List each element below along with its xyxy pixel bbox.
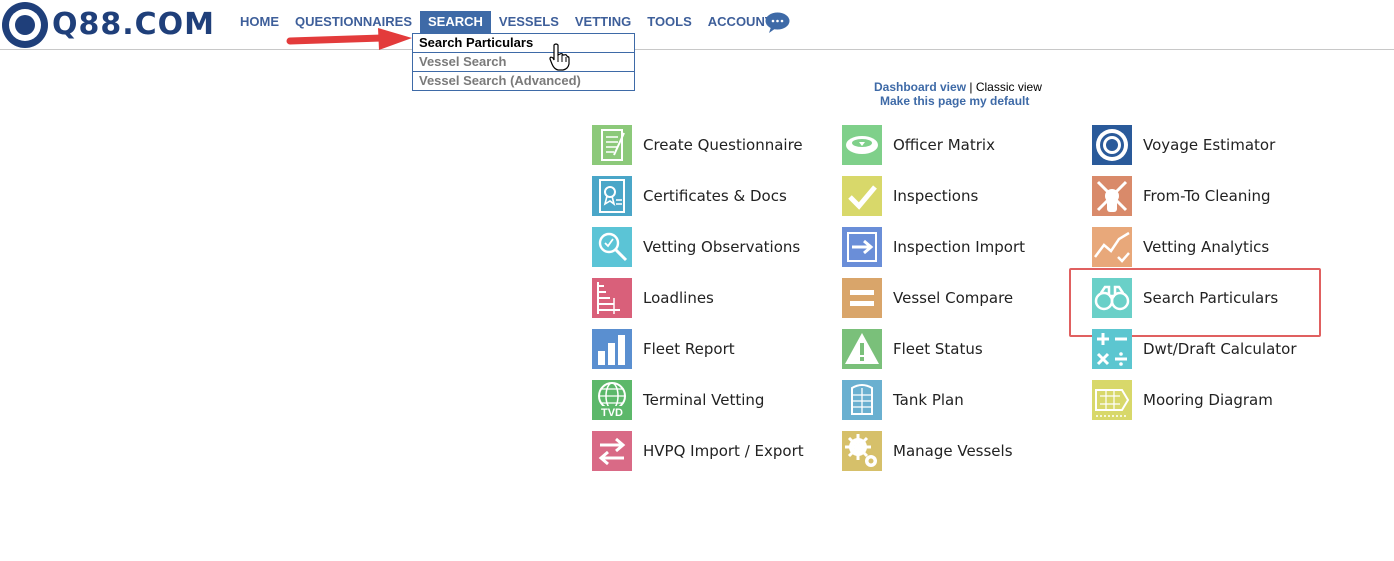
tile-label: Mooring Diagram bbox=[1143, 391, 1273, 409]
tile-label: Fleet Report bbox=[643, 340, 735, 358]
tile-hvpq-import-export[interactable]: HVPQ Import / Export bbox=[592, 431, 804, 471]
gears-icon bbox=[842, 431, 882, 471]
tile-inspections[interactable]: Inspections bbox=[842, 176, 978, 216]
questionnaire-icon bbox=[592, 125, 632, 165]
tile-fleet-report[interactable]: Fleet Report bbox=[592, 329, 735, 369]
officer-cap-icon bbox=[842, 125, 882, 165]
view-separator: | bbox=[969, 80, 973, 94]
nav-vetting[interactable]: VETTING bbox=[567, 11, 639, 33]
logo-text: Q88.COM bbox=[52, 7, 216, 42]
tile-vetting-observations[interactable]: Vetting Observations bbox=[592, 227, 800, 267]
tile-vessel-compare[interactable]: Vessel Compare bbox=[842, 278, 1013, 318]
certificate-icon bbox=[592, 176, 632, 216]
tile-label: Manage Vessels bbox=[893, 442, 1013, 460]
tile-label: Inspections bbox=[893, 187, 979, 205]
target-icon bbox=[1092, 125, 1132, 165]
calculator-icon bbox=[1092, 329, 1132, 369]
swap-arrows-icon bbox=[592, 431, 632, 471]
bar-chart-icon bbox=[592, 329, 632, 369]
svg-text:TVD: TVD bbox=[601, 407, 623, 419]
tile-search-particulars[interactable]: Search Particulars bbox=[1092, 278, 1278, 318]
tile-label: From-To Cleaning bbox=[1143, 187, 1271, 205]
equals-icon bbox=[842, 278, 882, 318]
tile-fleet-status[interactable]: Fleet Status bbox=[842, 329, 983, 369]
loadline-icon bbox=[592, 278, 632, 318]
tile-label: Fleet Status bbox=[893, 340, 983, 358]
tile-label: Tank Plan bbox=[893, 391, 964, 409]
checkmark-icon bbox=[842, 176, 882, 216]
tile-terminal-vetting[interactable]: TVD Terminal Vetting bbox=[592, 380, 764, 420]
tile-from-to-cleaning[interactable]: From-To Cleaning bbox=[1092, 176, 1271, 216]
analytics-icon bbox=[1092, 227, 1132, 267]
tile-label: Vetting Observations bbox=[643, 238, 801, 256]
magnifier-icon bbox=[592, 227, 632, 267]
tile-create-questionnaire[interactable]: Create Questionnaire bbox=[592, 125, 803, 165]
tile-label: Create Questionnaire bbox=[643, 136, 803, 154]
tile-voyage-estimator[interactable]: Voyage Estimator bbox=[1092, 125, 1275, 165]
make-default-link[interactable]: Make this page my default bbox=[880, 94, 1029, 108]
menu-item-vessel-search-advanced[interactable]: Vessel Search (Advanced) bbox=[413, 71, 634, 90]
tile-label: Inspection Import bbox=[893, 238, 1026, 256]
tile-inspection-import[interactable]: Inspection Import bbox=[842, 227, 1025, 267]
tank-plan-icon bbox=[842, 380, 882, 420]
tile-label: Certificates & Docs bbox=[643, 187, 787, 205]
view-switch: Dashboard view | Classic view bbox=[874, 80, 1042, 94]
mooring-icon bbox=[1092, 380, 1132, 420]
q88-logo[interactable]: Q88.COM bbox=[2, 2, 215, 48]
tile-dwt-draft-calculator[interactable]: Dwt/Draft Calculator bbox=[1092, 329, 1297, 369]
tile-officer-matrix[interactable]: Officer Matrix bbox=[842, 125, 995, 165]
tile-label: Search Particulars bbox=[1143, 289, 1279, 307]
warning-icon bbox=[842, 329, 882, 369]
globe-icon: TVD bbox=[592, 380, 632, 420]
dashboard-view-link[interactable]: Dashboard view bbox=[874, 80, 966, 94]
nav-tools[interactable]: TOOLS bbox=[639, 11, 700, 33]
tile-label: Loadlines bbox=[643, 289, 714, 307]
cleaning-icon bbox=[1092, 176, 1132, 216]
annotation-arrow-icon bbox=[286, 26, 416, 54]
nav-home[interactable]: HOME bbox=[232, 11, 287, 33]
nav-search[interactable]: SEARCH bbox=[420, 11, 491, 33]
tile-label: Dwt/Draft Calculator bbox=[1143, 340, 1297, 358]
make-default-container: Make this page my default bbox=[880, 94, 1029, 108]
tile-tank-plan[interactable]: Tank Plan bbox=[842, 380, 964, 420]
chat-bubble-icon[interactable] bbox=[765, 12, 790, 33]
binoculars-icon bbox=[1092, 278, 1132, 318]
tile-manage-vessels[interactable]: Manage Vessels bbox=[842, 431, 1013, 471]
search-dropdown-menu: Search Particulars Vessel Search Vessel … bbox=[412, 33, 635, 91]
menu-item-vessel-search[interactable]: Vessel Search bbox=[413, 52, 634, 71]
tile-loadlines[interactable]: Loadlines bbox=[592, 278, 714, 318]
tile-certificates-docs[interactable]: Certificates & Docs bbox=[592, 176, 787, 216]
tile-vetting-analytics[interactable]: Vetting Analytics bbox=[1092, 227, 1269, 267]
tile-label: Vessel Compare bbox=[893, 289, 1014, 307]
tile-label: HVPQ Import / Export bbox=[643, 442, 804, 460]
tile-mooring-diagram[interactable]: Mooring Diagram bbox=[1092, 380, 1273, 420]
tile-label: Voyage Estimator bbox=[1143, 136, 1276, 154]
q88-logo-mark bbox=[2, 2, 48, 48]
import-arrow-icon bbox=[842, 227, 882, 267]
hand-cursor-icon bbox=[548, 43, 570, 71]
tile-label: Vetting Analytics bbox=[1143, 238, 1270, 256]
tile-label: Officer Matrix bbox=[893, 136, 995, 154]
classic-view-link[interactable]: Classic view bbox=[976, 80, 1042, 94]
menu-item-search-particulars[interactable]: Search Particulars bbox=[413, 34, 634, 52]
tile-label: Terminal Vetting bbox=[643, 391, 765, 409]
nav-vessels[interactable]: VESSELS bbox=[491, 11, 567, 33]
nav-divider bbox=[0, 49, 1394, 50]
